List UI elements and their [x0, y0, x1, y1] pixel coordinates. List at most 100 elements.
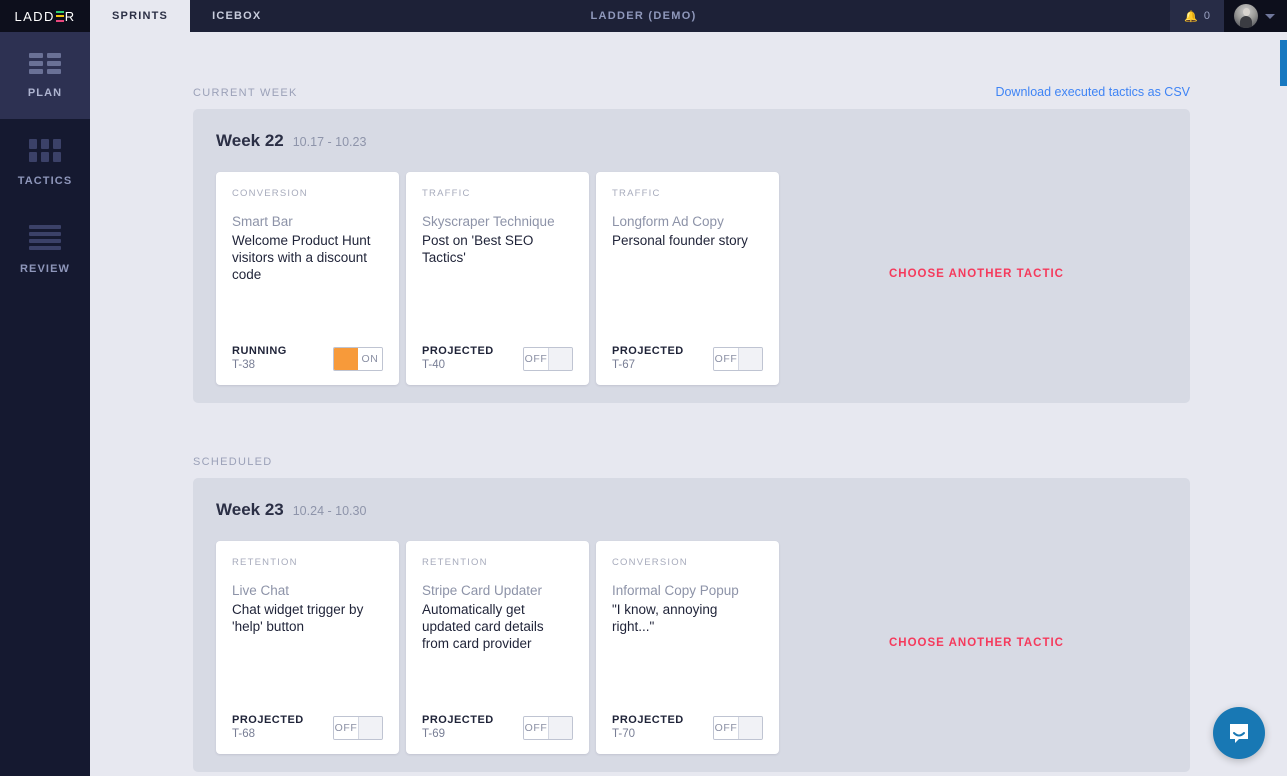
sidebar-item-review[interactable]: REVIEW	[0, 206, 90, 293]
choose-another-tactic-slot: CHOOSE ANOTHER TACTIC	[786, 541, 1167, 754]
card-status-group: RUNNING T-38	[232, 345, 287, 371]
section-header: CURRENT WEEK Download executed tactics a…	[193, 85, 1190, 99]
chat-bubble-icon	[1226, 720, 1252, 746]
columns-icon	[29, 139, 61, 162]
tactic-code: T-40	[422, 359, 494, 371]
notifications-button[interactable]: 🔔 0	[1170, 0, 1224, 32]
logo-text-main: LADD	[14, 9, 54, 24]
status-badge: RUNNING	[232, 345, 287, 357]
status-badge: PROJECTED	[612, 714, 684, 726]
choose-another-tactic-link[interactable]: CHOOSE ANOTHER TACTIC	[889, 637, 1064, 649]
tab-icebox[interactable]: ICEBOX	[190, 0, 283, 32]
card-description: Welcome Product Hunt visitors with a dis…	[232, 232, 383, 284]
week-header: Week 22 10.17 - 10.23	[216, 131, 1167, 151]
status-badge: PROJECTED	[422, 714, 494, 726]
card-description: Automatically get updated card details f…	[422, 601, 573, 653]
topbar-right-group: 🔔 0	[1170, 0, 1287, 32]
card-footer: PROJECTED T-70 OFF	[612, 714, 763, 740]
card-footer: RUNNING T-38 ON	[232, 345, 383, 371]
card-title: Live Chat	[232, 583, 383, 600]
card-title: Smart Bar	[232, 214, 383, 231]
card-title: Longform Ad Copy	[612, 214, 763, 231]
card-footer: PROJECTED T-68 OFF	[232, 714, 383, 740]
status-badge: PROJECTED	[612, 345, 684, 357]
tactic-toggle[interactable]: OFF	[523, 716, 573, 740]
tactic-card[interactable]: RETENTION Live Chat Chat widget trigger …	[216, 541, 399, 754]
tactic-toggle[interactable]: ON	[333, 347, 383, 371]
card-status-group: PROJECTED T-69	[422, 714, 494, 740]
toggle-label: OFF	[714, 348, 738, 370]
tactic-toggle[interactable]: OFF	[713, 716, 763, 740]
section-scheduled: SCHEDULED Week 23 10.24 - 10.30 RETENTIO…	[90, 456, 1287, 772]
main-content: CURRENT WEEK Download executed tactics a…	[90, 32, 1287, 776]
sidebar-item-plan-label: PLAN	[28, 87, 62, 99]
logo-e-icon	[56, 11, 64, 22]
card-title: Informal Copy Popup	[612, 583, 763, 600]
avatar	[1234, 4, 1258, 28]
card-description: Chat widget trigger by 'help' button	[232, 601, 383, 636]
week-name: Week 23	[216, 500, 284, 520]
vertical-scrollbar[interactable]	[1280, 40, 1287, 86]
week-block: Week 22 10.17 - 10.23 CONVERSION Smart B…	[193, 109, 1190, 403]
card-category: RETENTION	[232, 557, 383, 568]
toggle-label: OFF	[714, 717, 738, 739]
app-logo[interactable]: LADD R	[0, 0, 90, 32]
card-status-group: PROJECTED T-70	[612, 714, 684, 740]
card-description: Personal founder story	[612, 232, 763, 249]
tactic-card[interactable]: TRAFFIC Longform Ad Copy Personal founde…	[596, 172, 779, 385]
choose-another-tactic-link[interactable]: CHOOSE ANOTHER TACTIC	[889, 268, 1064, 280]
tactic-card[interactable]: RETENTION Stripe Card Updater Automatica…	[406, 541, 589, 754]
card-category: TRAFFIC	[612, 188, 763, 199]
tab-sprints[interactable]: SPRINTS	[90, 0, 190, 32]
tactic-card[interactable]: TRAFFIC Skyscraper Technique Post on 'Be…	[406, 172, 589, 385]
tactic-cards-row: CONVERSION Smart Bar Welcome Product Hun…	[216, 172, 1167, 385]
tactic-toggle[interactable]: OFF	[333, 716, 383, 740]
week-range: 10.24 - 10.30	[293, 504, 367, 518]
tactic-toggle[interactable]: OFF	[523, 347, 573, 371]
card-status-group: PROJECTED T-68	[232, 714, 304, 740]
logo-text-suffix: R	[65, 9, 76, 24]
card-title: Skyscraper Technique	[422, 214, 573, 231]
section-title: SCHEDULED	[193, 456, 273, 468]
notification-count: 0	[1204, 10, 1210, 22]
card-footer: PROJECTED T-40 OFF	[422, 345, 573, 371]
sidebar-item-tactics[interactable]: TACTICS	[0, 119, 90, 206]
status-badge: PROJECTED	[422, 345, 494, 357]
tactic-code: T-69	[422, 728, 494, 740]
bell-icon: 🔔	[1184, 10, 1198, 23]
logo-text: LADD R	[14, 9, 75, 24]
card-category: TRAFFIC	[422, 188, 573, 199]
grid-blocks-icon	[29, 53, 61, 74]
week-block: Week 23 10.24 - 10.30 RETENTION Live Cha…	[193, 478, 1190, 772]
tactic-code: T-38	[232, 359, 287, 371]
card-footer: PROJECTED T-67 OFF	[612, 345, 763, 371]
toggle-knob	[738, 717, 762, 739]
download-csv-link[interactable]: Download executed tactics as CSV	[995, 85, 1190, 99]
tactic-code: T-67	[612, 359, 684, 371]
tactic-card[interactable]: CONVERSION Smart Bar Welcome Product Hun…	[216, 172, 399, 385]
card-description: "I know, annoying right..."	[612, 601, 763, 636]
tactic-toggle[interactable]: OFF	[713, 347, 763, 371]
toggle-label: ON	[358, 348, 382, 370]
sidebar-item-review-label: REVIEW	[20, 263, 70, 275]
toggle-label: OFF	[524, 717, 548, 739]
toggle-label: OFF	[334, 717, 358, 739]
user-menu[interactable]	[1224, 0, 1287, 32]
card-footer: PROJECTED T-69 OFF	[422, 714, 573, 740]
tactic-card[interactable]: CONVERSION Informal Copy Popup "I know, …	[596, 541, 779, 754]
card-status-group: PROJECTED T-40	[422, 345, 494, 371]
sidebar: PLAN TACTICS REVIEW	[0, 32, 90, 776]
card-status-group: PROJECTED T-67	[612, 345, 684, 371]
toggle-knob	[548, 717, 572, 739]
toggle-label: OFF	[524, 348, 548, 370]
card-title: Stripe Card Updater	[422, 583, 573, 600]
tactic-code: T-68	[232, 728, 304, 740]
toggle-knob	[334, 348, 358, 370]
card-category: CONVERSION	[232, 188, 383, 199]
intercom-chat-button[interactable]	[1213, 707, 1265, 759]
section-header: SCHEDULED	[193, 456, 1190, 468]
chevron-down-icon	[1265, 14, 1275, 19]
sidebar-item-plan[interactable]: PLAN	[0, 32, 90, 119]
toggle-knob	[358, 717, 382, 739]
week-name: Week 22	[216, 131, 284, 151]
